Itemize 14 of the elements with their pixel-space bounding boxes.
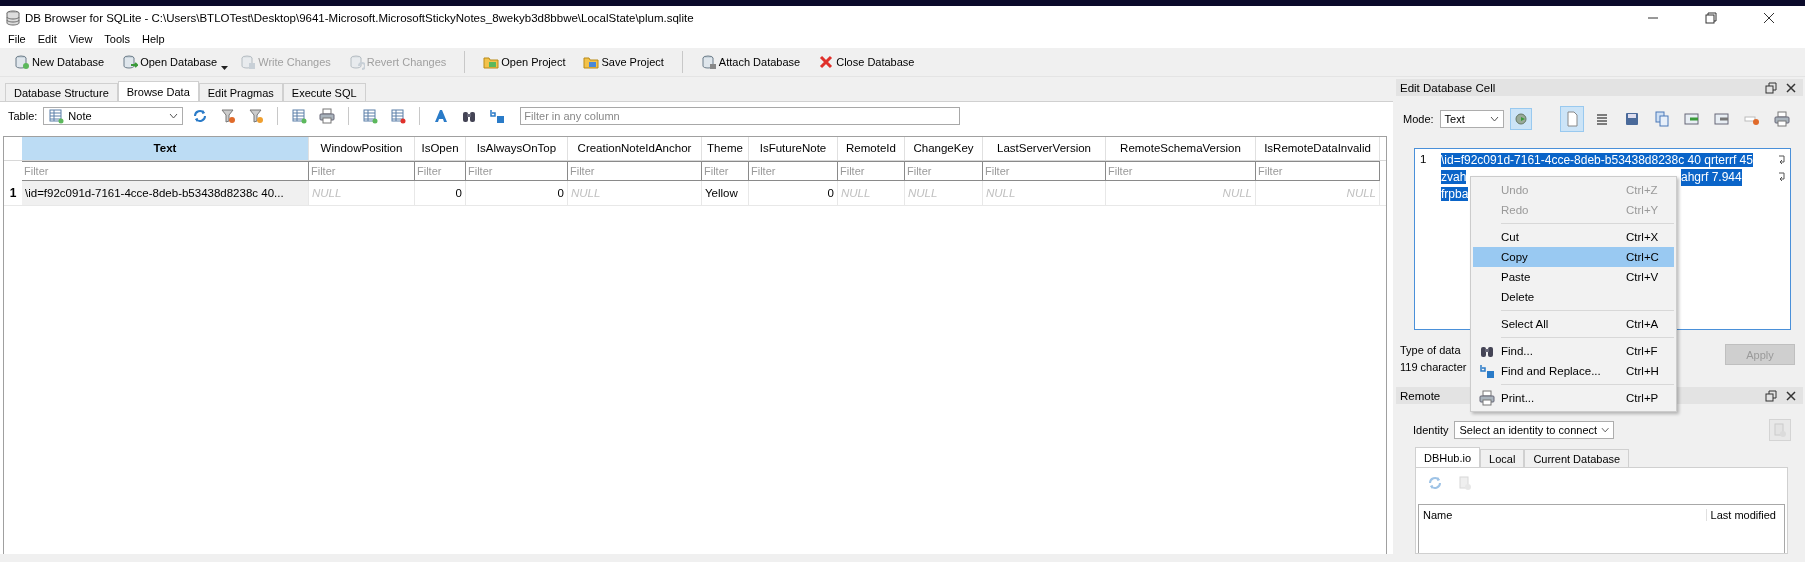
- line-number: 1: [1420, 153, 1427, 165]
- cell-text: frpba: [1441, 187, 1469, 201]
- cell-text: zvah: [1441, 170, 1467, 184]
- table-label: Table:: [8, 110, 38, 122]
- cell-text: ahgrf 7.944: [1681, 169, 1742, 186]
- mode-label: Mode:: [1403, 113, 1434, 125]
- identity-label: Identity: [1413, 424, 1449, 436]
- data-type-label: Type of data: [1400, 344, 1462, 356]
- row-number: 1: [8, 185, 18, 202]
- panel-title: Remote: [1400, 389, 1441, 402]
- window-title: DB Browser for SQLite - C:\Users\BTLOTest\Desktop\9641-Microsoft.MicrosoftStickyNotes_8wekyb3d8bbwe\LocalState\plum.sqlite: [25, 12, 694, 24]
- size-label: 119 character: [1400, 361, 1467, 373]
- panel-title: Edit Database Cell: [1400, 81, 1496, 94]
- cell-text: \id=f92c091d-7161-4cce-8deb-b53438d8238c 40 qrterrf 45: [1441, 153, 1753, 167]
